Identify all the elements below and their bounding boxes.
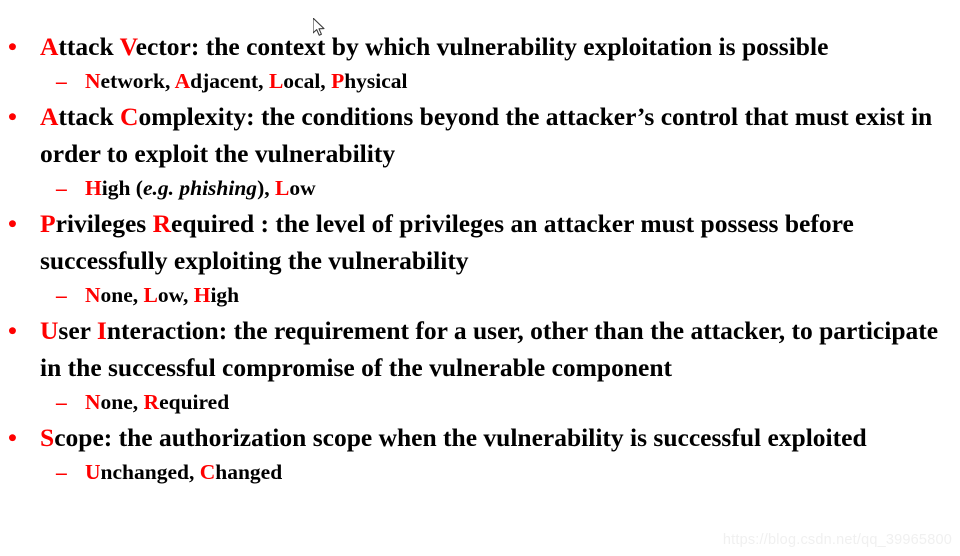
sub-bullet-item: – None, Low, High [40,279,956,312]
sub-bullet-text-run: hanged [215,460,283,484]
sub-bullet-text-run: djacent, [190,69,269,93]
sub-bullet-marker-icon: – [56,283,67,307]
highlighted-initial: U [40,316,59,345]
highlighted-initial: I [96,316,107,345]
sub-bullet-list: – Unchanged, Changed [40,456,956,489]
sub-bullet-list: – None, Low, High [40,279,956,312]
highlighted-initial: H [193,283,211,307]
highlighted-initial: U [85,460,101,484]
sub-bullet-marker-icon: – [56,176,67,200]
bullet-marker-icon: • [8,32,17,61]
bullet-list: • Attack Vector: the context by which vul… [0,28,960,489]
sub-bullet-marker-icon: – [56,460,67,484]
highlighted-initial: L [268,69,284,93]
highlighted-initial: R [143,390,160,414]
bullet-text-run: rivileges [55,209,153,238]
sub-bullet-item: – None, Required [40,386,956,419]
sub-bullet-text-run: equired [159,390,230,414]
sub-bullet-list: – None, Required [40,386,956,419]
sub-bullet-text: Unchanged, Changed [85,460,282,484]
bullet-text: Attack Complexity: the conditions beyond… [40,102,932,168]
highlighted-initial: P [331,69,345,93]
highlighted-initial: L [274,176,290,200]
emphasis-text: e.g. phishing [142,176,258,200]
sub-bullet-text-run: ow, [157,283,194,307]
bullet-item: • User Interaction: the requirement for a… [0,312,960,419]
highlighted-initial: N [85,283,101,307]
bullet-marker-icon: • [8,423,17,452]
bullet-item: • Attack Vector: the context by which vul… [0,28,960,98]
bullet-item: • Privileges Required : the level of priv… [0,205,960,312]
sub-bullet-text-run: one, [100,390,144,414]
sub-bullet-text: None, Required [85,390,229,414]
sub-bullet-text: Network, Adjacent, Local, Physical [85,69,408,93]
sub-bullet-item: – Network, Adjacent, Local, Physical [40,65,956,98]
sub-bullet-text-run: igh ( [101,176,143,200]
bullet-text: Scope: the authorization scope when the … [40,423,867,452]
highlighted-initial: C [120,102,139,131]
bullet-marker-icon: • [8,209,17,238]
sub-bullet-text-run: igh [210,283,240,307]
highlighted-initial: H [85,176,102,200]
bullet-item: • Attack Complexity: the conditions beyon… [0,98,960,205]
bullet-text-run: cope: the authorization scope when the v… [54,423,867,452]
sub-bullet-marker-icon: – [56,390,67,414]
sub-bullet-text-run: ocal, [283,69,332,93]
bullet-text-run: omplexity: the conditions beyond the att… [40,102,933,168]
slide-canvas: • Attack Vector: the context by which vul… [0,0,960,556]
highlighted-initial: A [40,32,59,61]
sub-bullet-text-run: ), [257,176,275,200]
highlighted-initial: P [40,209,56,238]
sub-bullet-text: None, Low, High [85,283,239,307]
bullet-text-run: ector: the context by which vulnerabilit… [135,32,829,61]
sub-bullet-text-run: hysical [344,69,408,93]
bullet-item: • Scope: the authorization scope when the… [0,419,960,489]
highlighted-initial: A [174,69,191,93]
sub-bullet-text-run: etwork, [100,69,175,93]
bullet-marker-icon: • [8,102,17,131]
highlighted-initial: R [152,209,172,238]
highlighted-initial: S [40,423,55,452]
highlighted-initial: A [40,102,59,131]
sub-bullet-text: High (e.g. phishing), Low [85,176,316,200]
sub-bullet-item: – Unchanged, Changed [40,456,956,489]
bullet-text-run: ttack [58,102,121,131]
bullet-text-run: ttack [58,32,120,61]
highlighted-initial: L [143,283,158,307]
sub-bullet-marker-icon: – [56,69,67,93]
sub-bullet-text-run: ow [289,176,316,200]
highlighted-initial: N [85,390,101,414]
sub-bullet-text-run: nchanged, [100,460,200,484]
highlighted-initial: N [85,69,101,93]
bullet-text: Attack Vector: the context by which vuln… [40,32,828,61]
bullet-text-run: ser [58,316,97,345]
sub-bullet-text-run: one, [100,283,144,307]
sub-bullet-list: – Network, Adjacent, Local, Physical [40,65,956,98]
bullet-text: User Interaction: the requirement for a … [40,316,938,382]
bullet-text: Privileges Required : the level of privi… [40,209,854,275]
bullet-marker-icon: • [8,316,17,345]
highlighted-initial: C [199,460,216,484]
sub-bullet-list: – High (e.g. phishing), Low [40,172,956,205]
watermark-text: https://blog.csdn.net/qq_39965800 [722,532,952,548]
bullet-text-run: nteraction: the requirement for a user, … [40,316,939,382]
sub-bullet-item: – High (e.g. phishing), Low [40,172,956,205]
highlighted-initial: V [119,32,136,61]
